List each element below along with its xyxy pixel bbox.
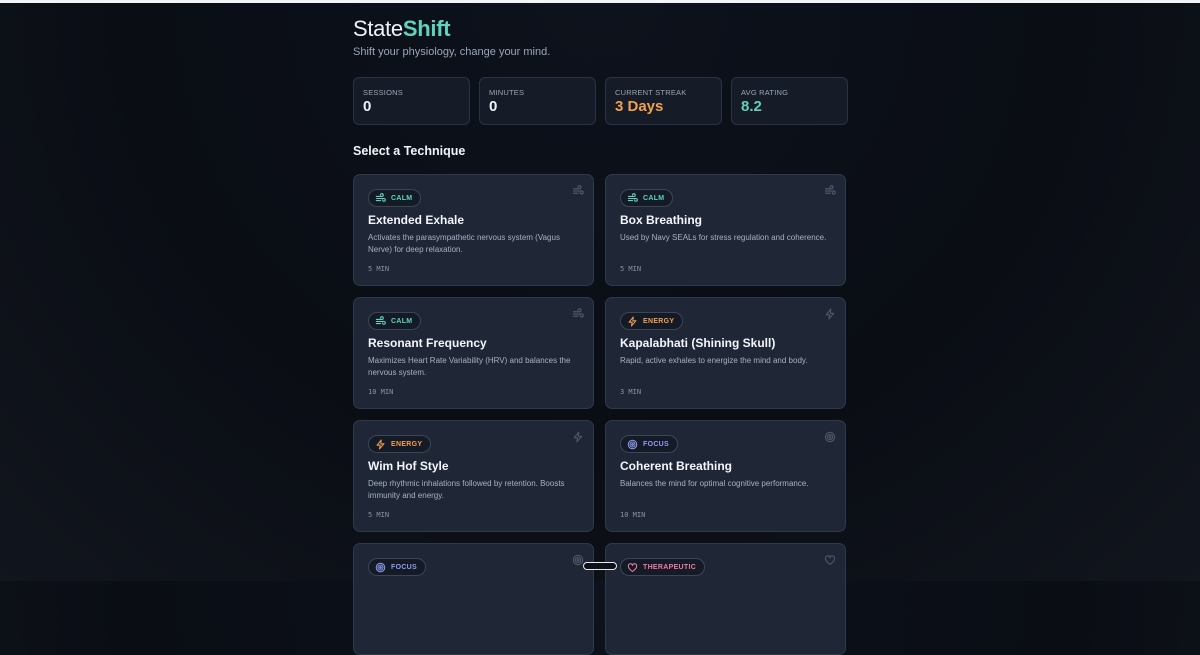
technique-description: Maximizes Heart Rate Variability (HRV) a… — [368, 356, 571, 377]
target-icon — [627, 439, 638, 450]
technique-card[interactable]: THERAPEUTIC — [605, 543, 846, 655]
stat-label: SESSIONS — [363, 88, 403, 97]
category-tag: ENERGY — [620, 312, 684, 330]
wind-icon — [375, 315, 386, 327]
stat-label: CURRENT STREAK — [615, 88, 687, 97]
technique-title: Extended Exhale — [368, 213, 465, 227]
technique-title: Kapalabhati (Shining Skull) — [620, 336, 776, 350]
category-label: ENERGY — [391, 440, 423, 448]
technique-card[interactable]: CALM Extended Exhale Activates the parasym… — [353, 174, 594, 286]
category-tag: CALM — [620, 189, 674, 207]
wind-icon — [627, 192, 638, 204]
stat-label: AVG RATING — [741, 88, 789, 97]
tagline: Shift your physiology, change your mind. — [353, 46, 551, 58]
technique-title: Resonant Frequency — [368, 336, 487, 350]
logo-part-shift: Shift — [402, 16, 451, 41]
lightning-icon — [375, 439, 386, 450]
stat-sessions: SESSIONS 0 — [353, 77, 470, 125]
lightning-icon — [824, 308, 836, 320]
technique-duration: 5 MIN — [620, 265, 642, 273]
category-tag: FOCUS — [620, 435, 678, 453]
technique-description: Balances the mind for optimal cognitive … — [620, 479, 809, 488]
stat-value: 8.2 — [741, 98, 762, 115]
technique-description: Used by Navy SEALs for stress regulation… — [620, 233, 827, 242]
logo-part-state: State — [353, 16, 403, 41]
technique-description: Rapid, active exhales to energize the mi… — [620, 356, 808, 365]
category-label: FOCUS — [643, 440, 669, 448]
top-edge — [0, 0, 1200, 3]
category-label: THERAPEUTIC — [643, 563, 697, 571]
stats-row: SESSIONS 0 MINUTES 0 CURRENT STREAK 3 Da… — [353, 77, 848, 125]
scroll-indicator[interactable] — [583, 562, 617, 570]
category-tag: CALM — [368, 189, 422, 207]
category-label: CALM — [391, 317, 413, 325]
category-tag: CALM — [368, 312, 422, 330]
technique-title: Box Breathing — [620, 213, 703, 227]
technique-duration: 5 MIN — [368, 265, 390, 273]
technique-duration: 10 MIN — [620, 511, 646, 519]
technique-card[interactable]: ENERGY Wim Hof Style Deep rhythmic inhalat… — [353, 420, 594, 532]
stat-value: 3 Days — [615, 98, 664, 115]
technique-card[interactable]: CALM Resonant Frequency Maximizes Heart Ra… — [353, 297, 594, 409]
heart-icon — [824, 554, 836, 566]
category-label: FOCUS — [391, 563, 417, 571]
category-label: CALM — [391, 194, 413, 202]
stat-minutes: MINUTES 0 — [479, 77, 596, 125]
wind-icon — [572, 308, 584, 320]
category-label: ENERGY — [643, 317, 675, 325]
stat-value: 0 — [489, 98, 498, 115]
category-label: CALM — [643, 194, 665, 202]
technique-duration: 3 MIN — [620, 388, 642, 396]
lightning-icon — [627, 316, 638, 327]
technique-description: Deep rhythmic inhalations followed by re… — [368, 479, 565, 500]
technique-title: Wim Hof Style — [368, 459, 449, 473]
stat-label: MINUTES — [489, 88, 525, 97]
heart-icon — [627, 562, 638, 573]
category-tag: ENERGY — [368, 435, 432, 453]
target-icon — [375, 562, 386, 573]
category-tag: FOCUS — [368, 558, 426, 576]
technique-card[interactable]: CALM Box Breathing Used by Navy SEALs for … — [605, 174, 846, 286]
wind-icon — [824, 185, 836, 197]
category-tag: THERAPEUTIC — [620, 558, 706, 576]
technique-card[interactable]: FOCUS — [353, 543, 594, 655]
technique-card[interactable]: ENERGY Kapalabhati (Shining Skull) Rapid, … — [605, 297, 846, 409]
technique-duration: 10 MIN — [368, 388, 394, 396]
lightning-icon — [572, 431, 584, 443]
technique-duration: 5 MIN — [368, 511, 390, 519]
wind-icon — [375, 192, 386, 204]
technique-title: Coherent Breathing — [620, 459, 733, 473]
wind-icon — [572, 185, 584, 197]
technique-description: Activates the parasympathetic nervous sy… — [368, 233, 560, 254]
target-icon — [824, 431, 836, 443]
stat-value: 0 — [363, 98, 372, 115]
stat-avg-rating: AVG RATING 8.2 — [731, 77, 848, 125]
stat-current-streak: CURRENT STREAK 3 Days — [605, 77, 722, 125]
section-title: Select a Technique — [353, 144, 466, 158]
technique-card[interactable]: FOCUS Coherent Breathing Balances the mind… — [605, 420, 846, 532]
app-logo: StateShift — [353, 16, 451, 42]
